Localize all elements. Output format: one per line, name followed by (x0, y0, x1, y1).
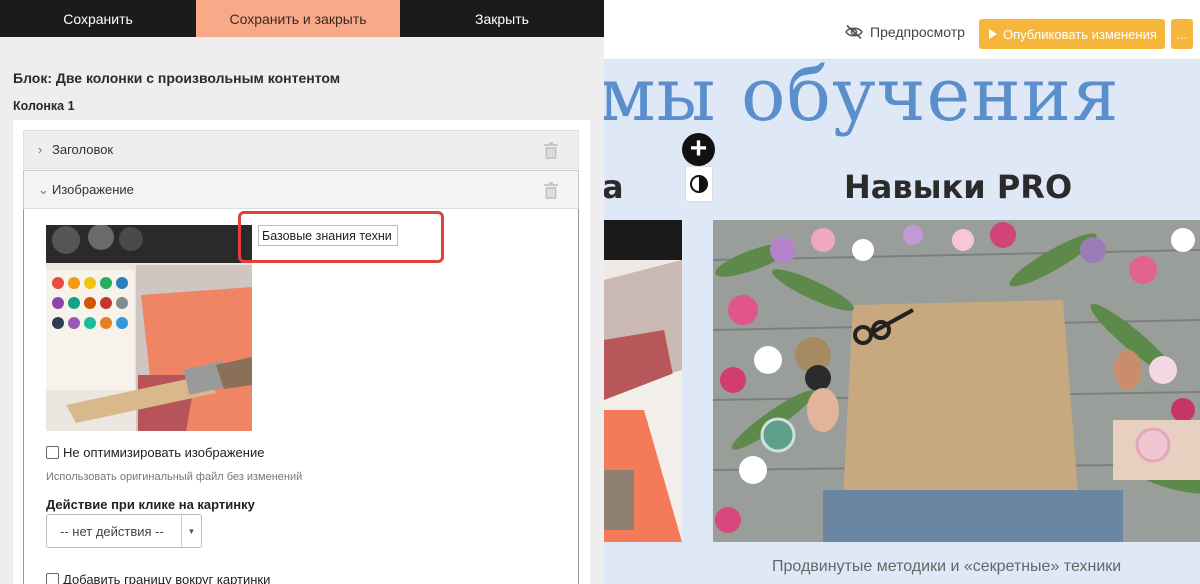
preview-topbar: Предпросмотр Опубликовать изменения ... (604, 0, 1200, 60)
column-heading: Навыки PRO (844, 168, 1073, 206)
column-caption: Продвинутые методики и «секретные» техни… (772, 558, 1122, 575)
section-label: Изображение (52, 182, 134, 197)
left-column-heading: а (604, 168, 624, 206)
chevron-down-icon: ⌄ (38, 181, 49, 197)
no-optimize-checkbox[interactable] (46, 446, 59, 459)
page-hero-heading: мы обучения (604, 52, 1120, 138)
click-action-select[interactable]: -- нет действия -- ▼ (46, 514, 202, 548)
close-button[interactable]: Закрыть (400, 0, 604, 37)
save-and-close-button[interactable]: Сохранить и закрыть (196, 0, 400, 37)
block-title: Блок: Две колонки с произвольным контент… (13, 70, 341, 86)
column-title: Колонка 1 (13, 99, 75, 113)
column-image (713, 220, 1200, 542)
preview-label: Предпросмотр (870, 24, 965, 40)
column-settings-panel: › Заголовок ⌄ Изображение Базовые знания… (13, 120, 590, 584)
no-optimize-checkbox-row[interactable]: Не оптимизировать изображение (46, 445, 264, 460)
block-editor-panel: Сохранить Сохранить и закрыть Закрыть Бл… (0, 0, 604, 584)
preview-button[interactable]: Предпросмотр (844, 24, 965, 40)
site-preview: мы обучения Предпросмотр Опубликовать из… (604, 0, 1200, 584)
trash-icon[interactable] (544, 142, 558, 159)
highlight-annotation (238, 211, 444, 263)
no-optimize-label: Не оптимизировать изображение (63, 445, 265, 460)
save-button[interactable]: Сохранить (0, 0, 196, 37)
contrast-toggle-button[interactable] (685, 166, 713, 202)
border-checkbox-row[interactable]: Добавить границу вокруг картинки (46, 572, 270, 584)
section-label: Заголовок (52, 142, 114, 157)
image-thumbnail[interactable] (46, 225, 252, 431)
publish-changes-button[interactable]: Опубликовать изменения (979, 19, 1165, 49)
chevron-down-icon: ▼ (181, 515, 201, 547)
publish-label: Опубликовать изменения (1003, 26, 1157, 42)
chevron-right-icon: › (38, 142, 43, 157)
trash-icon[interactable] (544, 182, 558, 199)
editor-toolbar: Сохранить Сохранить и закрыть Закрыть (0, 0, 604, 37)
border-checkbox[interactable] (46, 573, 59, 584)
click-action-value: -- нет действия -- (60, 523, 164, 539)
plus-circle-icon[interactable]: + (682, 133, 715, 166)
left-column-image (604, 220, 682, 542)
more-options-button[interactable]: ... (1171, 19, 1193, 49)
contrast-icon (690, 175, 708, 193)
accordion-image-section[interactable]: ⌄ Изображение (23, 170, 579, 209)
eye-slash-icon (845, 24, 863, 40)
click-action-label: Действие при клике на картинку (46, 497, 255, 512)
play-icon (989, 29, 997, 39)
image-section-body: Не оптимизировать изображение Использова… (23, 209, 579, 584)
no-optimize-hint: Использовать оригинальный файл без измен… (46, 471, 303, 483)
border-label: Добавить границу вокруг картинки (63, 572, 271, 584)
accordion-heading-section[interactable]: › Заголовок (23, 130, 579, 169)
